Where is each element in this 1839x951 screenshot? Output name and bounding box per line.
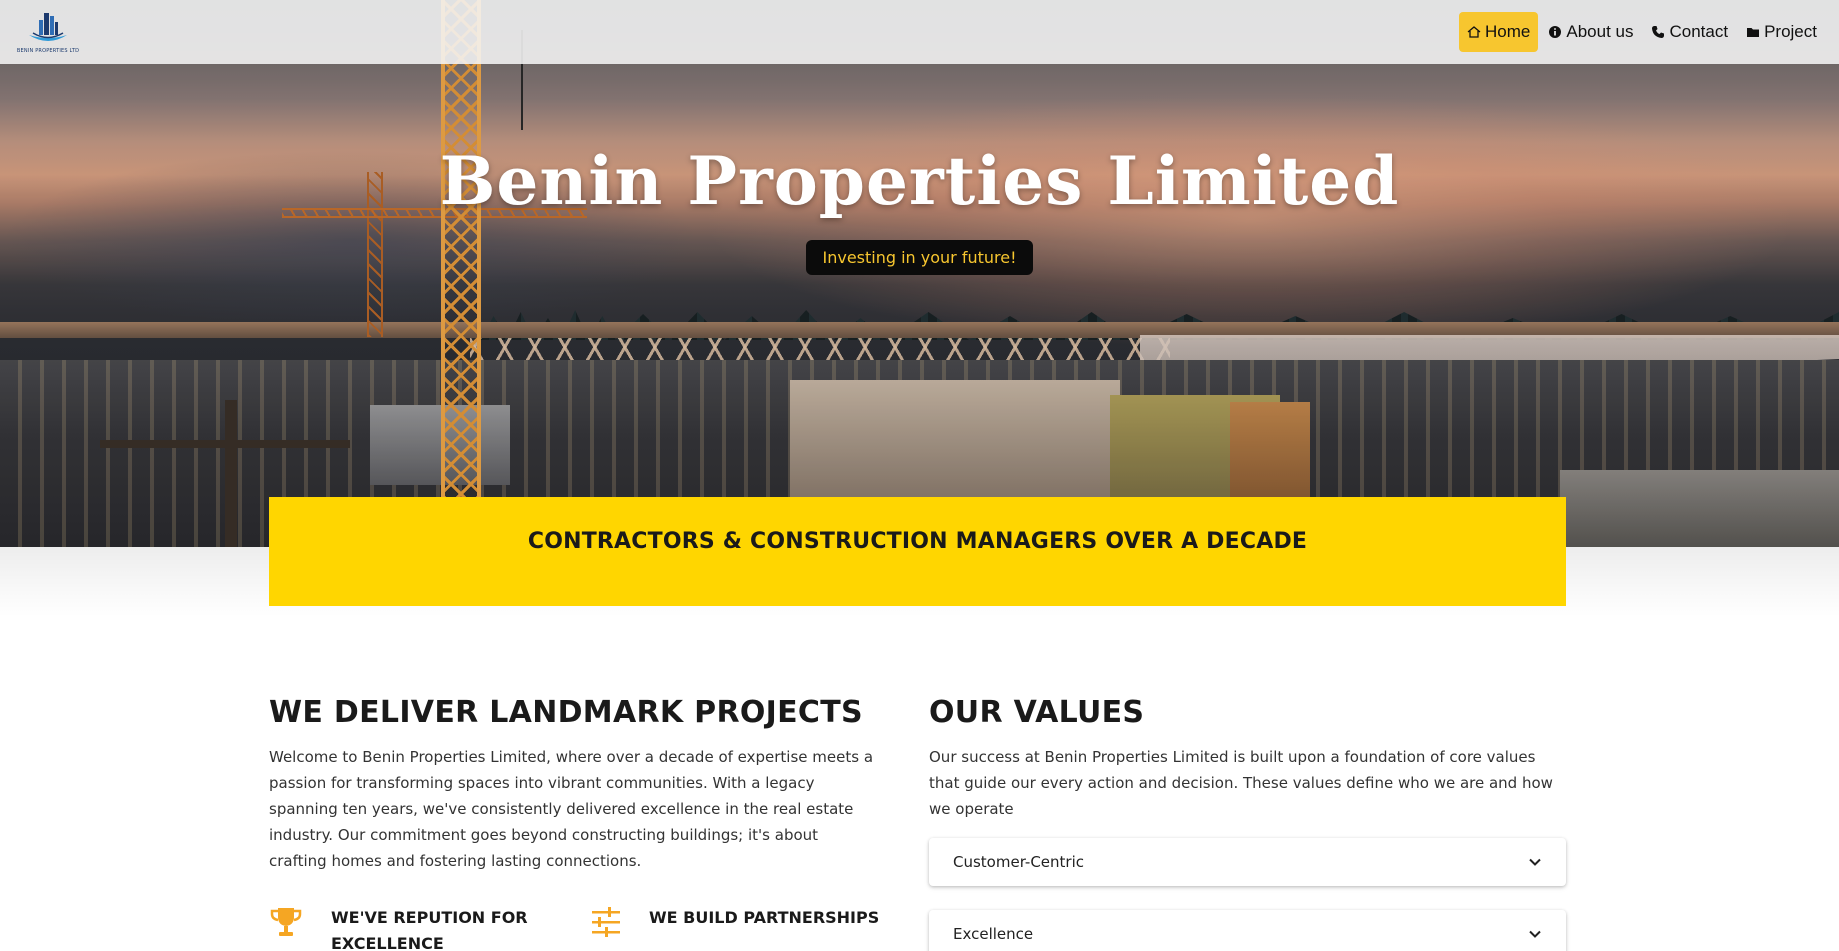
nav-project-label: Project [1764,22,1817,41]
values-text: Our success at Benin Properties Limited … [929,748,1553,818]
nav-home-label: Home [1485,22,1531,41]
brand-logo[interactable]: BENIN PROPERTIES LTD [16,6,80,58]
info-icon [1549,26,1562,38]
accordion-item-label: Excellence [953,925,1034,943]
values-title: OUR VALUES [929,695,1145,730]
main-nav: Home About us Contact Project [1459,12,1825,52]
nav-about-label: About us [1566,22,1634,41]
feature-partnerships-label: WE BUILD PARTNERSHIPS [649,908,880,927]
nav-project[interactable]: Project [1738,12,1825,52]
tagline-wrapper: Investing in your future! [0,240,1839,275]
folder-icon [1747,28,1760,37]
hero-title: Benin Properties Limited [439,142,1400,220]
nav-contact[interactable]: Contact [1643,12,1736,52]
logo-text: BENIN PROPERTIES LTD [16,47,80,54]
nav-home[interactable]: Home [1459,12,1539,52]
home-icon [1467,26,1481,38]
accordion-item-customer-centric[interactable]: Customer-Centric [929,838,1566,886]
deliver-title: WE DELIVER LANDMARK PROJECTS [269,695,863,730]
accordion-item-excellence[interactable]: Excellence [929,910,1566,951]
features-row: WE'VE REPUTION FOR EXCELLENCE WE BUILD P… [269,905,909,951]
deliver-section: WE DELIVER LANDMARK PROJECTS Welcome to … [269,695,879,874]
chevron-down-icon [1529,858,1541,866]
nav-contact-label: Contact [1669,22,1729,41]
yellow-banner: CONTRACTORS & CONSTRUCTION MANAGERS OVER… [269,497,1566,606]
nav-about[interactable]: About us [1540,12,1641,52]
hero-tagline: Investing in your future! [806,240,1033,275]
values-accordion: Customer-Centric Excellence [929,838,1566,951]
deliver-text: Welcome to Benin Properties Limited, whe… [269,748,874,870]
top-navbar: BENIN PROPERTIES LTD Home About us Conta… [0,0,1839,64]
phone-icon [1652,26,1665,38]
sliders-icon [592,907,620,937]
logo-buildings-icon [29,12,67,41]
feature-excellence: WE'VE REPUTION FOR EXCELLENCE [269,905,589,951]
values-section: OUR VALUES Our success at Benin Properti… [929,695,1566,951]
banner-heading: CONTRACTORS & CONSTRUCTION MANAGERS OVER… [527,529,1308,554]
accordion-item-label: Customer-Centric [953,853,1084,871]
feature-excellence-label: WE'VE REPUTION FOR EXCELLENCE [331,908,528,951]
chevron-down-icon [1529,930,1541,938]
trophy-icon [270,908,302,936]
feature-partnerships: WE BUILD PARTNERSHIPS [589,905,909,951]
